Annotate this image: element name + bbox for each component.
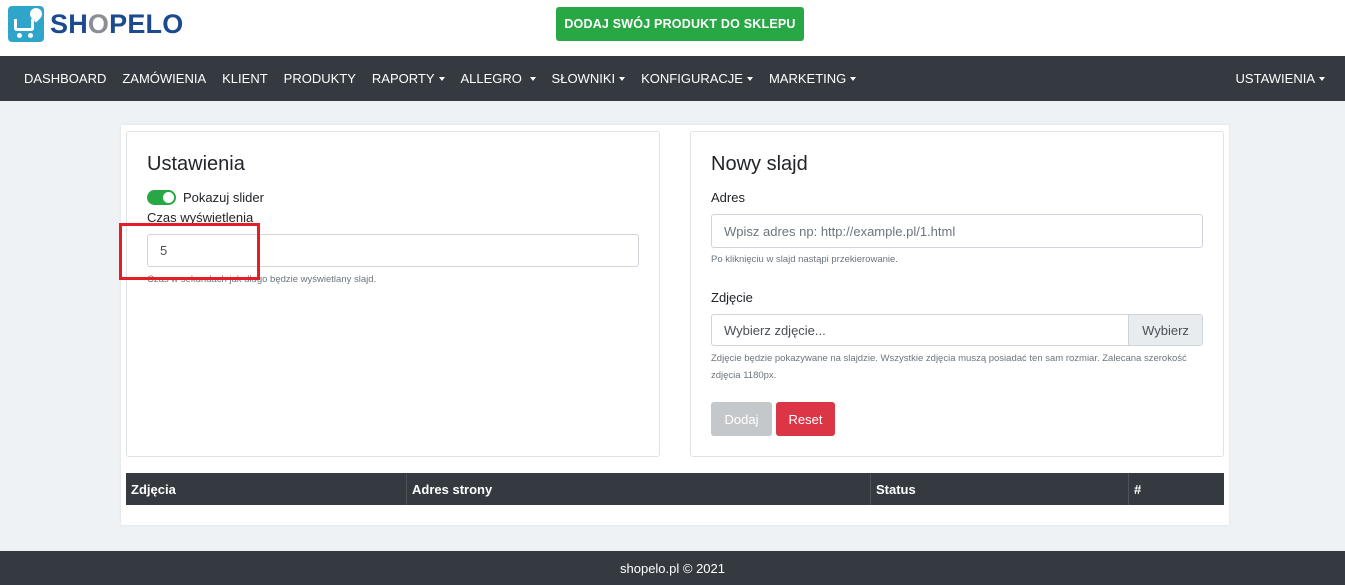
- cart-logo-icon: [8, 5, 45, 42]
- logo-text: SHOPELO: [50, 8, 184, 39]
- nav-item-marketing[interactable]: MARKETING: [761, 56, 864, 101]
- caret-down-icon: [438, 77, 445, 81]
- new-slide-title: Nowy slajd: [711, 153, 808, 175]
- nav-item-klient[interactable]: KLIENT: [214, 56, 276, 101]
- address-help: Po kliknięciu w slajd nastąpi przekierow…: [711, 254, 898, 265]
- reset-button[interactable]: Reset: [776, 402, 835, 436]
- show-slider-label: Pokazuj slider: [183, 190, 264, 205]
- address-label: Adres: [711, 190, 745, 205]
- slides-table-header: Zdjęcia Adres strony Status #: [126, 473, 1224, 505]
- new-slide-card: Nowy slajd Adres Wpisz adres np: http://…: [690, 131, 1224, 457]
- column-header-actions[interactable]: #: [1128, 473, 1224, 505]
- settings-card: Ustawienia Pokazuj slider Czas wyświetle…: [119, 131, 660, 457]
- image-label: Zdjęcie: [711, 290, 753, 305]
- nav-item-dashboard[interactable]: DASHBOARD: [0, 56, 114, 101]
- nav-item-raporty[interactable]: RAPORTY: [364, 56, 453, 101]
- top-bar: SHOPELO DODAJ SWÓJ PRODUKT DO SKLEPU: [0, 0, 1345, 56]
- caret-down-icon: [1319, 77, 1325, 81]
- shopelo-logo[interactable]: SHOPELO: [8, 5, 184, 42]
- caret-down-icon: [746, 77, 753, 81]
- add-button[interactable]: Dodaj: [711, 402, 772, 436]
- nav-item-zamowienia[interactable]: ZAMÓWIENIA: [114, 56, 214, 101]
- content-panel: Ustawienia Pokazuj slider Czas wyświetle…: [119, 125, 1229, 525]
- image-help: Zdjęcie będzie pokazywane na slajdzie. W…: [711, 353, 1187, 381]
- nav-item-ustawienia[interactable]: USTAWIENIA: [1236, 56, 1325, 101]
- nav-item-allegro[interactable]: ALLEGRO: [453, 56, 544, 101]
- column-header-images[interactable]: Zdjęcia: [126, 473, 406, 505]
- browse-button[interactable]: Wybierz: [1128, 315, 1202, 345]
- show-slider-toggle[interactable]: [147, 190, 176, 205]
- footer: shopelo.pl © 2021: [0, 551, 1345, 585]
- caret-down-icon: [850, 77, 857, 81]
- nav-item-produkty[interactable]: PRODUKTY: [276, 56, 364, 101]
- column-header-address[interactable]: Adres strony: [406, 473, 870, 505]
- image-file-input[interactable]: Wybierz zdjęcie... Wybierz: [711, 314, 1203, 346]
- address-input[interactable]: Wpisz adres np: http://example.pl/1.html: [711, 214, 1203, 248]
- settings-title: Ustawienia: [147, 153, 245, 175]
- caret-down-icon: [619, 77, 626, 81]
- nav-item-slowniki[interactable]: SŁOWNIKI: [544, 56, 634, 101]
- add-product-button[interactable]: DODAJ SWÓJ PRODUKT DO SKLEPU: [556, 7, 804, 41]
- highlight-box: [119, 223, 260, 280]
- caret-down-icon: [529, 77, 536, 81]
- column-header-status[interactable]: Status: [870, 473, 1128, 505]
- footer-text: shopelo.pl © 2021: [620, 560, 725, 576]
- nav-item-konfiguracje[interactable]: KONFIGURACJE: [633, 56, 761, 101]
- main-nav: DASHBOARD ZAMÓWIENIA KLIENT PRODUKTY RAP…: [0, 56, 1345, 101]
